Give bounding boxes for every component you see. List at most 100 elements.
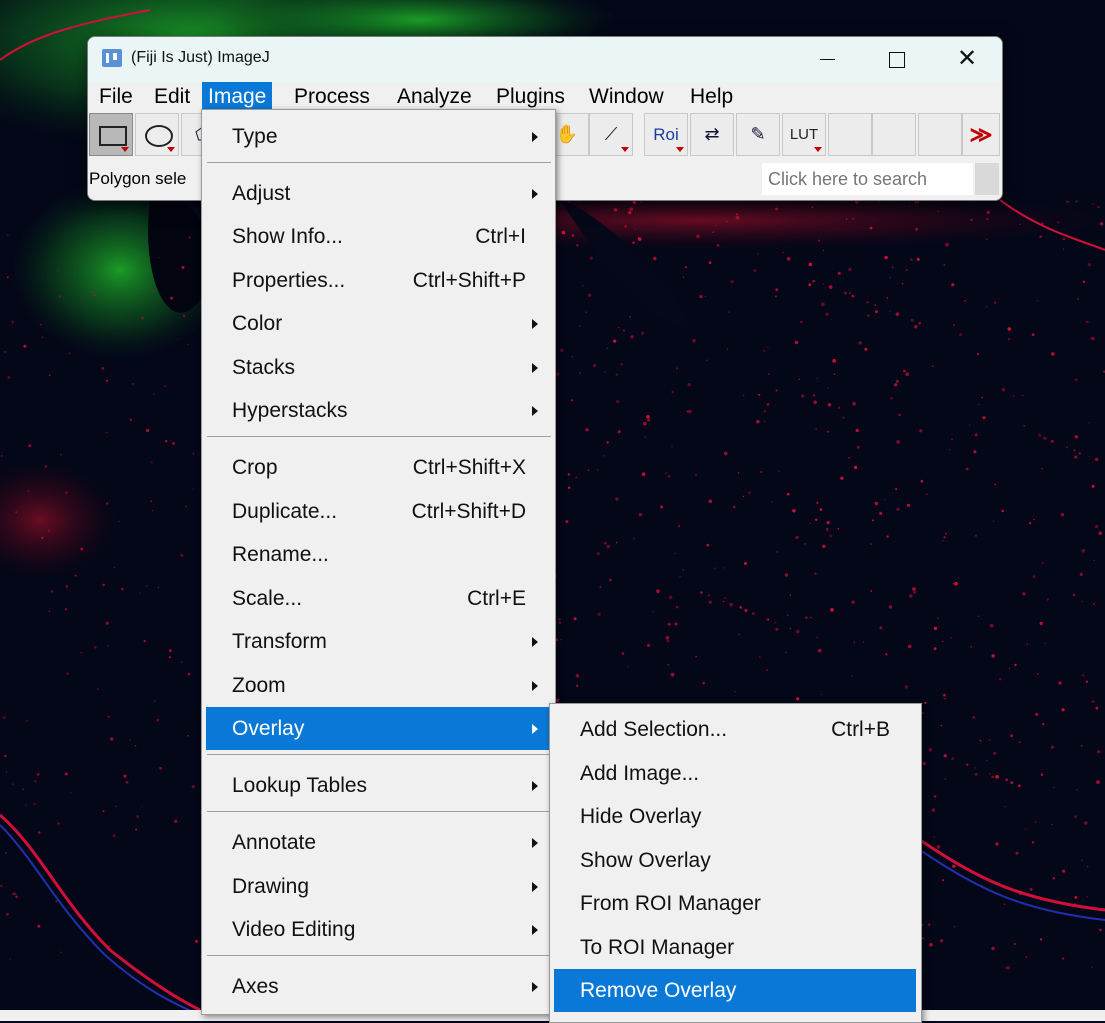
menu-item-rename[interactable]: Rename... [206, 533, 550, 576]
signal-speck [80, 651, 83, 654]
signal-speck [1040, 773, 1044, 776]
signal-speck [1035, 712, 1039, 717]
signal-speck [827, 403, 832, 407]
signal-speck [758, 393, 761, 396]
signal-speck [55, 900, 58, 903]
empty-tool-slot[interactable] [918, 113, 962, 156]
menu-analyze[interactable]: Analyze [391, 82, 478, 111]
overlay-item-show-overlay[interactable]: Show Overlay [554, 839, 916, 882]
menu-item-hyperstacks[interactable]: Hyperstacks [206, 389, 550, 432]
signal-speck [991, 654, 995, 658]
signal-speck [1022, 592, 1026, 596]
menu-item-type[interactable]: Type [206, 115, 550, 158]
signal-speck [23, 344, 27, 348]
menu-item-drawing[interactable]: Drawing [206, 865, 550, 908]
menu-process[interactable]: Process [288, 82, 376, 111]
close-icon: ✕ [956, 45, 978, 72]
signal-speck [1075, 200, 1078, 203]
search-side-panel[interactable] [975, 163, 999, 195]
signal-speck [767, 618, 770, 621]
signal-speck [898, 413, 901, 417]
roi-tool[interactable]: Roi [644, 113, 688, 156]
menu-item-crop[interactable]: Crop Ctrl+Shift+X [206, 446, 550, 489]
signal-speck [1080, 745, 1083, 747]
signal-speck [1091, 336, 1095, 341]
signal-speck [615, 497, 619, 501]
signal-speck [146, 428, 150, 433]
signal-speck [1087, 866, 1089, 868]
signal-speck [785, 651, 787, 653]
oval-tool[interactable] [135, 113, 179, 156]
menu-help[interactable]: Help [684, 82, 739, 111]
signal-speck [11, 320, 15, 324]
menu-item-video-editing[interactable]: Video Editing [206, 908, 550, 951]
signal-speck [1039, 235, 1043, 239]
signal-speck [1081, 600, 1083, 602]
submenu-arrow-icon [532, 925, 538, 935]
pencil-tool[interactable]: ✎ [736, 113, 780, 156]
signal-speck [712, 231, 714, 233]
empty-tool-slot[interactable] [872, 113, 916, 156]
signal-speck [796, 697, 800, 701]
menu-item-color[interactable]: Color [206, 302, 550, 345]
lut-tool[interactable]: LUT [782, 113, 826, 156]
menu-item-duplicate[interactable]: Duplicate... Ctrl+Shift+D [206, 490, 550, 533]
close-button[interactable]: ✕ [944, 37, 990, 82]
menu-item-adjust[interactable]: Adjust [206, 172, 550, 215]
overlay-item-remove-overlay[interactable]: Remove Overlay [554, 969, 916, 1012]
more-tools-button[interactable]: ≫ [962, 113, 1000, 156]
overlay-item-to-roi-manager[interactable]: To ROI Manager [554, 926, 916, 969]
menu-item-zoom[interactable]: Zoom [206, 664, 550, 707]
menu-edit[interactable]: Edit [148, 82, 196, 111]
overlay-item-hide-overlay[interactable]: Hide Overlay [554, 795, 916, 838]
overlay-item-from-roi-manager[interactable]: From ROI Manager [554, 882, 916, 925]
rectangle-tool[interactable] [89, 113, 133, 156]
menu-item-label: Overlay [232, 717, 305, 740]
signal-speck [918, 321, 921, 325]
arrows-tool[interactable]: ⇄ [690, 113, 734, 156]
menu-item-label: Drawing [232, 875, 310, 898]
tool-options-indicator [621, 147, 629, 152]
signal-speck [670, 672, 675, 677]
signal-speck [170, 296, 174, 300]
menu-file[interactable]: File [93, 82, 139, 111]
signal-speck [26, 720, 28, 722]
signal-speck [922, 761, 926, 766]
overlay-item-add-image[interactable]: Add Image... [554, 752, 916, 795]
menu-image[interactable]: Image [202, 82, 273, 111]
signal-speck [606, 441, 609, 444]
signal-speck [606, 544, 610, 549]
signal-speck [1014, 663, 1017, 667]
menu-item-show-info[interactable]: Show Info... Ctrl+I [206, 215, 550, 258]
menu-item-shortcut: Ctrl+I [475, 225, 526, 248]
signal-speck [903, 369, 906, 373]
signal-speck [589, 256, 593, 260]
menu-item-label: Lookup Tables [232, 774, 368, 797]
overlay-item-add-selection[interactable]: Add Selection... Ctrl+B [554, 708, 916, 751]
title-bar[interactable]: (Fiji Is Just) ImageJ ✕ [88, 37, 1002, 82]
signal-speck [825, 312, 829, 316]
menu-plugins[interactable]: Plugins [490, 82, 571, 111]
minimize-button[interactable] [804, 37, 850, 82]
menu-window[interactable]: Window [583, 82, 670, 111]
signal-speck [1060, 513, 1065, 517]
signal-speck [810, 616, 812, 619]
signal-speck [37, 831, 41, 834]
menu-item-scale[interactable]: Scale... Ctrl+E [206, 577, 550, 620]
menu-item-lookup-tables[interactable]: Lookup Tables [206, 764, 550, 807]
menu-item-label: Add Selection... [580, 718, 728, 741]
maximize-button[interactable] [874, 37, 920, 82]
empty-tool-slot[interactable] [828, 113, 872, 156]
search-input[interactable] [762, 163, 973, 195]
signal-speck [943, 264, 945, 266]
menu-item-stacks[interactable]: Stacks [206, 346, 550, 389]
menu-item-properties[interactable]: Properties... Ctrl+Shift+P [206, 259, 550, 302]
dropper-tool[interactable]: ⟋ [589, 113, 633, 156]
menu-item-annotate[interactable]: Annotate [206, 821, 550, 864]
signal-speck [1031, 841, 1034, 844]
menu-item-overlay[interactable]: Overlay [206, 707, 550, 750]
menu-item-transform[interactable]: Transform [206, 620, 550, 663]
signal-speck [4, 350, 7, 353]
menu-item-axes[interactable]: Axes [206, 965, 550, 1008]
signal-speck [1086, 320, 1089, 324]
